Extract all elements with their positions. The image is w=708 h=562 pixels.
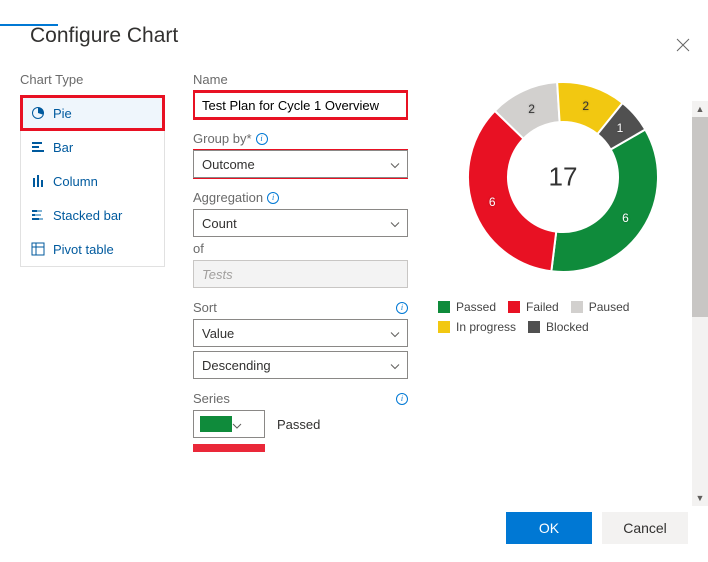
chart-slice	[551, 130, 658, 273]
name-input[interactable]	[193, 91, 408, 119]
chart-slice-label: 2	[582, 99, 589, 113]
legend-label: Failed	[526, 300, 559, 314]
pie-icon	[31, 106, 45, 120]
chart-type-label: Chart Type	[20, 72, 165, 87]
series-label: Series i	[193, 391, 408, 406]
info-icon[interactable]: i	[396, 302, 408, 314]
scroll-up-icon[interactable]: ▲	[692, 101, 708, 117]
info-icon[interactable]: i	[267, 192, 279, 204]
chart-type-label-text: Pivot table	[53, 242, 114, 257]
scroll-thumb[interactable]	[692, 117, 708, 317]
legend-item: Passed	[438, 300, 496, 314]
groupby-label: Group by* i	[193, 131, 408, 146]
chart-type-stacked-bar[interactable]: Stacked bar	[21, 198, 164, 232]
chart-type-label-text: Bar	[53, 140, 73, 155]
chart-type-label-text: Column	[53, 174, 98, 189]
legend-swatch	[438, 301, 450, 313]
legend-swatch	[528, 321, 540, 333]
of-label: of	[193, 241, 408, 256]
chart-slice-label: 1	[617, 121, 624, 135]
legend-label: In progress	[456, 320, 516, 334]
legend-item: In progress	[438, 320, 516, 334]
ok-button[interactable]: OK	[506, 512, 592, 544]
chart-total: 17	[549, 162, 578, 193]
groupby-select[interactable]: Outcome	[193, 150, 408, 178]
chart-type-pie[interactable]: Pie	[21, 96, 164, 130]
series-row: Passed	[193, 410, 408, 438]
sort-direction-select[interactable]: Descending	[193, 351, 408, 379]
chart-type-pivot-table[interactable]: Pivot table	[21, 232, 164, 266]
legend-label: Passed	[456, 300, 496, 314]
legend-swatch	[508, 301, 520, 313]
chart-slice	[468, 111, 556, 271]
legend-swatch	[571, 301, 583, 313]
aggregation-select[interactable]: Count	[193, 209, 408, 237]
chevron-down-icon	[232, 417, 242, 432]
info-icon[interactable]: i	[396, 393, 408, 405]
color-swatch	[200, 416, 232, 432]
chart-type-column[interactable]: Column	[21, 164, 164, 198]
dialog-title: Configure Chart	[30, 24, 688, 48]
legend-label: Paused	[589, 300, 630, 314]
sort-field-select[interactable]: Value	[193, 319, 408, 347]
chart-type-label-text: Pie	[53, 106, 72, 121]
sort-label: Sort i	[193, 300, 408, 315]
close-icon[interactable]	[676, 38, 690, 57]
scroll-down-icon[interactable]: ▼	[692, 490, 708, 506]
scrollbar[interactable]: ▲ ▼	[692, 101, 708, 506]
series-color-select[interactable]	[193, 410, 265, 438]
aggregation-of-field	[193, 260, 408, 288]
aggregation-label: Aggregation i	[193, 190, 408, 205]
series-row	[193, 444, 408, 452]
bar-icon	[31, 140, 45, 154]
stacked-bar-icon	[31, 208, 45, 222]
chart-type-label-text: Stacked bar	[53, 208, 122, 223]
cancel-button[interactable]: Cancel	[602, 512, 688, 544]
legend-item: Paused	[571, 300, 630, 314]
chart-slice-label: 6	[622, 211, 629, 225]
column-icon	[31, 174, 45, 188]
series-item-label: Passed	[277, 417, 320, 432]
chart-slice-label: 2	[528, 102, 535, 116]
chart-type-list: Pie Bar Column	[20, 95, 165, 267]
color-swatch	[193, 444, 265, 452]
name-label: Name	[193, 72, 408, 87]
chart-preview: 17 6 6 2 2 1	[458, 72, 668, 282]
legend-item: Blocked	[528, 320, 589, 334]
info-icon[interactable]: i	[256, 133, 268, 145]
chart-legend: Passed Failed Paused In progress Blocked	[438, 300, 688, 334]
chart-type-bar[interactable]: Bar	[21, 130, 164, 164]
legend-item: Failed	[508, 300, 559, 314]
chart-slice-label: 6	[489, 195, 496, 209]
legend-swatch	[438, 321, 450, 333]
legend-label: Blocked	[546, 320, 589, 334]
pivot-table-icon	[31, 242, 45, 256]
